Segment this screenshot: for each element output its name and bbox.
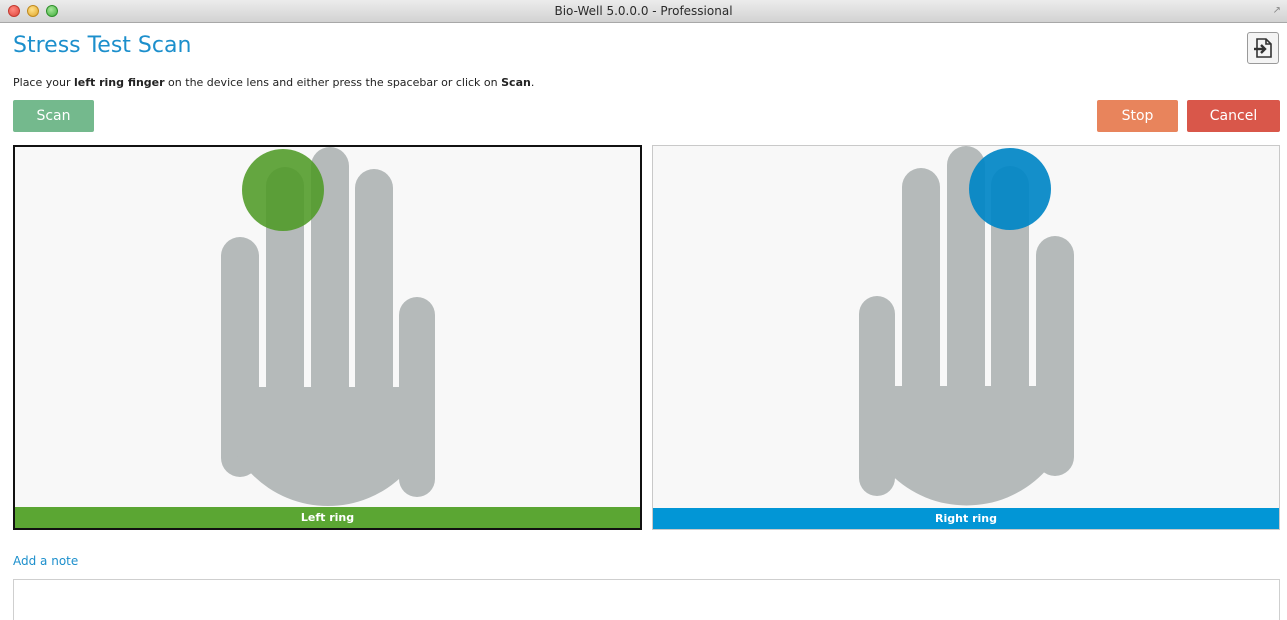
instruction-middle: on the device lens and either press the … bbox=[164, 76, 502, 89]
export-button[interactable] bbox=[1247, 32, 1279, 64]
fullscreen-arrows-icon[interactable]: ↗ bbox=[1273, 5, 1281, 16]
stop-button[interactable]: Stop bbox=[1097, 100, 1178, 132]
instruction-action: Scan bbox=[501, 76, 531, 89]
cancel-button[interactable]: Cancel bbox=[1187, 100, 1280, 132]
left-hand-icon bbox=[221, 147, 435, 506]
right-hand-icon bbox=[859, 146, 1074, 506]
add-note-link[interactable]: Add a note bbox=[13, 554, 78, 568]
page-title: Stress Test Scan bbox=[13, 33, 192, 58]
scan-instruction: Place your left ring finger on the devic… bbox=[13, 76, 534, 89]
scan-button[interactable]: Scan bbox=[13, 100, 94, 132]
instruction-finger: left ring finger bbox=[73, 76, 165, 89]
window-titlebar: Bio-Well 5.0.0.0 - Professional ↗ bbox=[0, 0, 1287, 23]
left-ring-panel[interactable]: Left ring bbox=[13, 145, 642, 530]
window-title: Bio-Well 5.0.0.0 - Professional bbox=[554, 4, 733, 18]
right-ring-label: Right ring bbox=[653, 508, 1279, 529]
note-textarea[interactable] bbox=[13, 579, 1280, 620]
export-arrow-icon bbox=[1254, 38, 1272, 58]
instruction-prefix: Place your bbox=[13, 76, 74, 89]
left-ring-label: Left ring bbox=[15, 507, 640, 528]
instruction-suffix: . bbox=[530, 76, 535, 89]
right-ring-panel[interactable]: Right ring bbox=[652, 145, 1280, 530]
